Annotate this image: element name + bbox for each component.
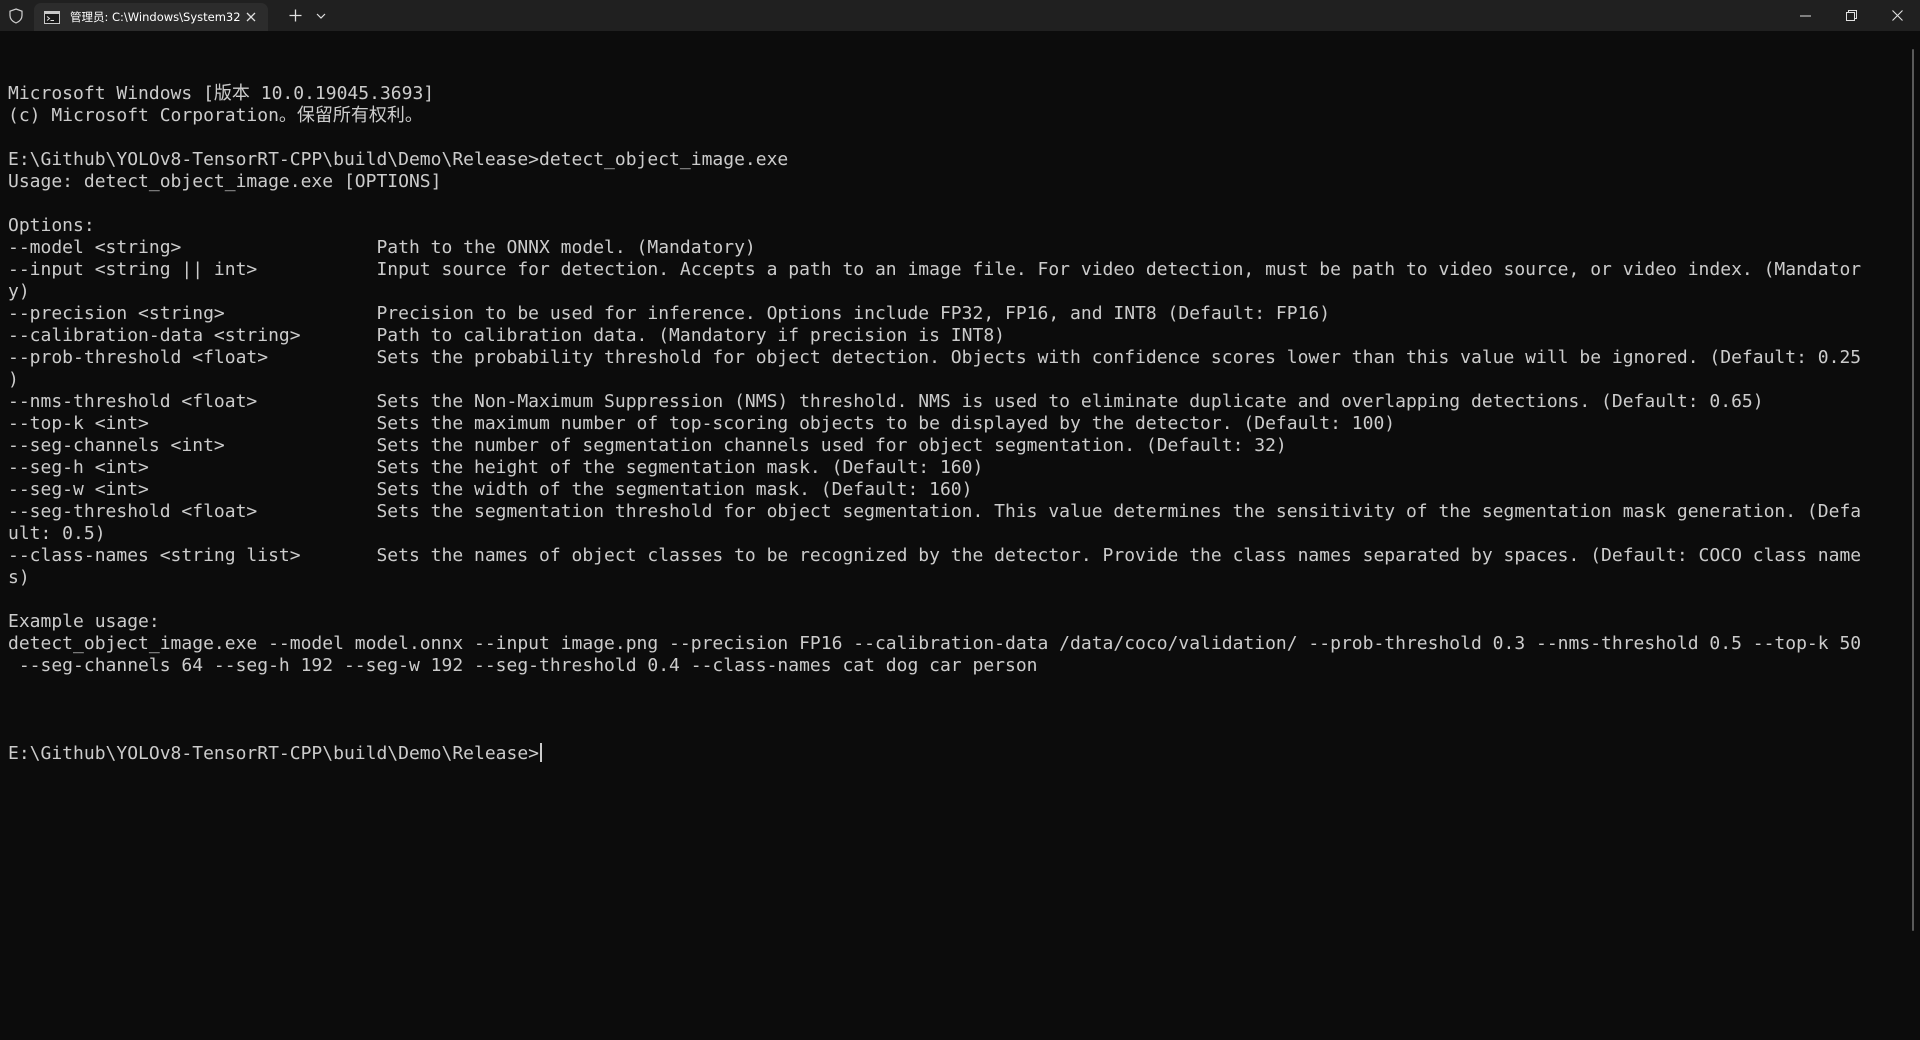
console-line: ult: 0.5) (8, 523, 106, 544)
console-line: --seg-channels 64 --seg-h 192 --seg-w 19… (8, 655, 1038, 676)
console-line: --calibration-data <string> Path to cali… (8, 325, 1005, 346)
console-output[interactable]: Microsoft Windows [版本 10.0.19045.3693] (c… (8, 39, 1898, 809)
restore-icon (1845, 10, 1857, 21)
prompt-line[interactable]: E:\Github\YOLOv8-TensorRT-CPP\build\Demo… (8, 743, 1898, 765)
console-line: --seg-threshold <float> Sets the segment… (8, 501, 1862, 522)
console-line: --seg-w <int> Sets the width of the segm… (8, 479, 973, 500)
maximize-button[interactable] (1828, 0, 1874, 31)
close-icon[interactable] (244, 10, 258, 24)
plus-icon (289, 9, 301, 22)
prompt-text: E:\Github\YOLOv8-TensorRT-CPP\build\Demo… (8, 743, 540, 764)
console-line: y) (8, 281, 30, 302)
tab-title: 管理员: C:\Windows\System32 (70, 10, 241, 24)
cmd-icon (43, 10, 61, 24)
new-tab-button[interactable] (280, 0, 310, 31)
chevron-down-icon (316, 13, 326, 19)
console-line: --seg-channels <int> Sets the number of … (8, 435, 1287, 456)
console-line: Usage: detect_object_image.exe [OPTIONS] (8, 171, 442, 192)
console-line: (c) Microsoft Corporation。保留所有权利。 (8, 105, 423, 126)
window-close-icon (1891, 10, 1903, 21)
minimize-button[interactable] (1782, 0, 1828, 31)
tab-dropdown-button[interactable] (310, 0, 332, 31)
console-line: Options: (8, 215, 95, 236)
minimize-icon (1799, 15, 1811, 16)
console-line: Microsoft Windows [版本 10.0.19045.3693] (8, 83, 435, 104)
tab-cmd[interactable]: 管理员: C:\Windows\System32 (34, 3, 268, 31)
console-line: Example usage: (8, 611, 160, 632)
title-bar[interactable]: 管理员: C:\Windows\System32 (0, 0, 1920, 31)
text-cursor (540, 743, 543, 762)
terminal-window: 管理员: C:\Windows\System32 Microsoft Windo… (0, 0, 1920, 1040)
shield-icon (0, 0, 31, 31)
console-line: --input <string || int> Input source for… (8, 259, 1862, 280)
console-line: s) (8, 567, 30, 588)
console-line: --model <string> Path to the ONNX model.… (8, 237, 756, 258)
console-line: E:\Github\YOLOv8-TensorRT-CPP\build\Demo… (8, 149, 789, 170)
console-line: --prob-threshold <float> Sets the probab… (8, 347, 1862, 368)
console-line: detect_object_image.exe --model model.on… (8, 633, 1862, 654)
console-line: --precision <string> Precision to be use… (8, 303, 1331, 324)
console-line: --class-names <string list> Sets the nam… (8, 545, 1862, 566)
vertical-scrollbar[interactable] (1906, 31, 1920, 1040)
console-lines: Microsoft Windows [版本 10.0.19045.3693] (c… (8, 83, 1898, 699)
scrollbar-thumb[interactable] (1912, 49, 1914, 931)
console-line: --nms-threshold <float> Sets the Non-Max… (8, 391, 1764, 412)
console-line: --seg-h <int> Sets the height of the seg… (8, 457, 984, 478)
console-line: --top-k <int> Sets the maximum number of… (8, 413, 1396, 434)
window-close-button[interactable] (1874, 0, 1920, 31)
console-line: ) (8, 369, 19, 390)
